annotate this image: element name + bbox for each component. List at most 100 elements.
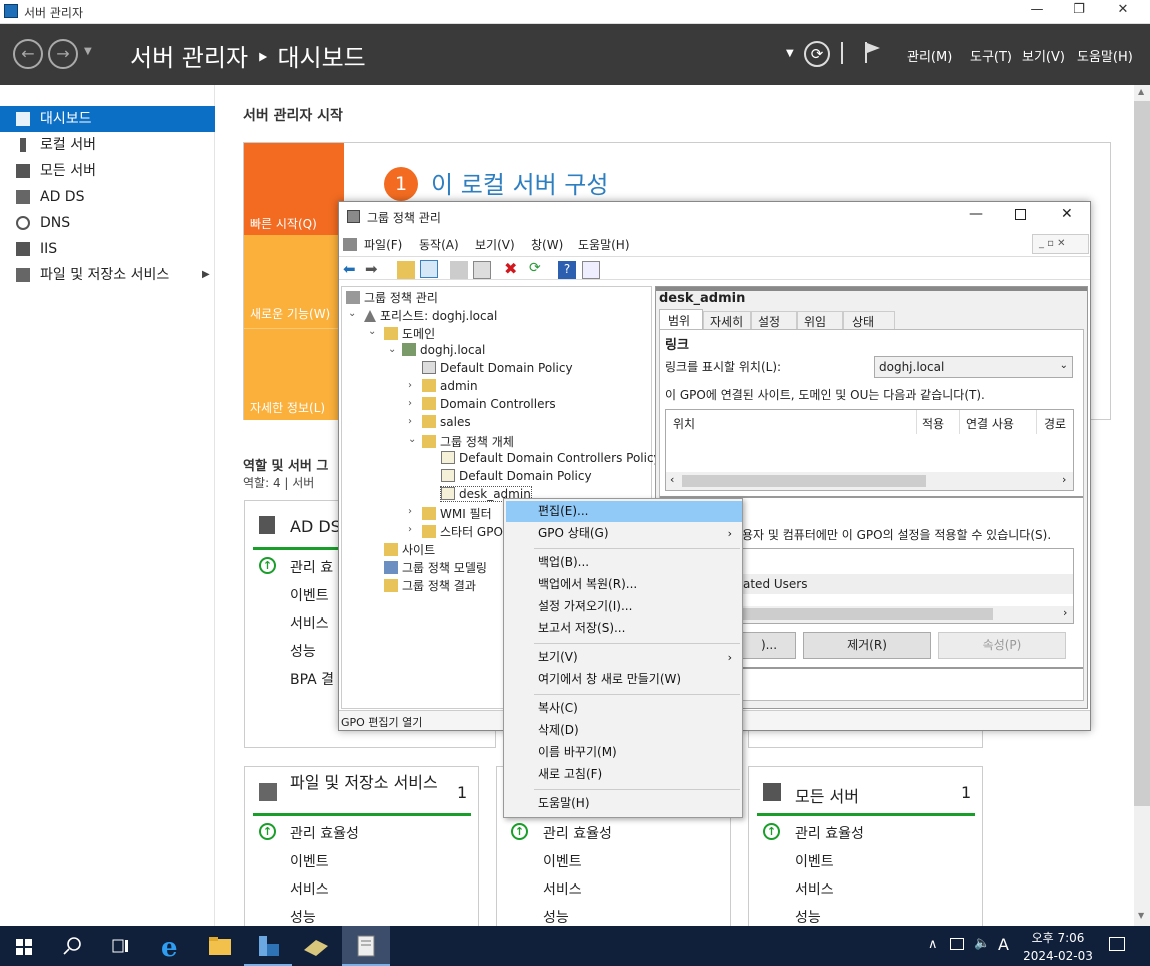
sidebar-item-file-storage[interactable]: 파일 및 저장소 서비스 ▶ <box>0 262 215 288</box>
tree-item-admin[interactable]: admin <box>422 379 478 393</box>
menu-item-help[interactable]: 도움말(H) <box>506 793 742 814</box>
sidebar-item-iis[interactable]: IIS <box>0 236 215 262</box>
menu-item-backup[interactable]: 백업(B)... <box>506 552 742 573</box>
tree-item-sites[interactable]: 사이트 <box>384 541 435 558</box>
chevron-right-icon[interactable]: › <box>408 380 412 391</box>
sidebar-item-local-server[interactable]: 로컬 서버 <box>0 132 215 158</box>
filter-row[interactable]: ated Users <box>743 574 1073 594</box>
chevron-right-icon[interactable]: › <box>408 398 412 409</box>
close-button[interactable]: ✕ <box>1108 2 1138 22</box>
h-scrollbar[interactable]: ‹ › <box>666 472 1073 490</box>
menu-item-delete[interactable]: 삭제(D) <box>506 720 742 741</box>
header-dropdown-icon[interactable]: ▼ <box>786 48 794 59</box>
gpmc-menu-view[interactable]: 보기(V) <box>475 236 515 253</box>
volume-icon[interactable]: 🔈 <box>974 936 990 951</box>
tile-row[interactable]: 서비스 <box>290 879 329 899</box>
scroll-down-icon[interactable]: ▼ <box>1138 911 1144 920</box>
menu-item-import-settings[interactable]: 설정 가져오기(I)... <box>506 596 742 617</box>
tree-item-dd-policy[interactable]: Default Domain Policy <box>441 469 592 483</box>
menu-view[interactable]: 보기(V) <box>1022 46 1065 65</box>
aduc-icon[interactable] <box>292 926 340 966</box>
scroll-right-icon[interactable]: › <box>1063 606 1067 619</box>
add-button[interactable]: )... <box>742 632 796 659</box>
tile-row[interactable]: 관리 효율성 <box>290 823 359 843</box>
minimize-button[interactable]: — <box>1022 2 1052 22</box>
nav-dropdown-icon[interactable]: ▼ <box>84 46 92 57</box>
col-enforced[interactable]: 적용 <box>922 415 944 432</box>
tree-item-wmi-filters[interactable]: WMI 필터 <box>422 505 492 522</box>
gpmc-close-button[interactable]: ✕ <box>1061 206 1073 222</box>
menu-item-refresh[interactable]: 새로 고침(F) <box>506 764 742 785</box>
properties-icon[interactable] <box>582 261 600 279</box>
scroll-up-icon[interactable]: ▲ <box>1138 87 1144 96</box>
flag-icon[interactable] <box>864 40 882 68</box>
notification-icon[interactable] <box>1109 937 1125 951</box>
scrollbar-thumb[interactable] <box>743 608 993 620</box>
search-icon[interactable] <box>48 926 96 966</box>
sidebar-item-dashboard[interactable]: 대시보드 <box>0 106 215 132</box>
up-folder-icon[interactable] <box>397 261 415 279</box>
quick-start-tab[interactable]: 빠른 시작(Q) <box>244 143 344 235</box>
tile-row[interactable]: 관리 효율성 <box>543 823 612 843</box>
properties-button[interactable]: 속성(P) <box>938 632 1066 659</box>
gpmc-menu-window[interactable]: 창(W) <box>531 236 563 253</box>
chevron-down-icon[interactable]: ⌄ <box>388 344 396 355</box>
tab-delegation[interactable]: 위임 <box>797 311 843 330</box>
show-hide-tree-icon[interactable] <box>420 260 438 278</box>
clock[interactable]: 오후 7:06 2024-02-03 <box>1020 929 1096 963</box>
file-explorer-icon[interactable] <box>196 926 244 966</box>
tile-row[interactable]: BPA 결 <box>290 669 334 689</box>
tile-row[interactable]: 서비스 <box>795 879 834 899</box>
tile-row[interactable]: 성능 <box>290 907 316 927</box>
tree-item-starter-gpo[interactable]: 스타터 GPO <box>422 523 503 540</box>
tile-row[interactable]: 이벤트 <box>290 851 329 871</box>
tile-row[interactable]: 서비스 <box>290 613 329 633</box>
tile-row[interactable]: 관리 효율성 <box>795 823 864 843</box>
tile-all-servers[interactable]: 모든 서버 1 ↑ 관리 효율성 이벤트 서비스 성능 <box>748 766 983 926</box>
menu-item-rename[interactable]: 이름 바꾸기(M) <box>506 742 742 763</box>
menu-item-gpo-status[interactable]: GPO 상태(G) › <box>506 523 742 544</box>
forward-arrow-icon[interactable]: ➡ <box>365 260 383 278</box>
task-view-icon[interactable] <box>96 926 144 966</box>
menu-help[interactable]: 도움말(H) <box>1077 46 1133 65</box>
refresh-button[interactable]: ⟳ <box>804 41 830 67</box>
tree-item-sales[interactable]: sales <box>422 415 471 429</box>
menu-item-restore[interactable]: 백업에서 복원(R)... <box>506 574 742 595</box>
gpmc-minimize-button[interactable]: — <box>969 206 983 222</box>
scroll-right-icon[interactable]: › <box>1062 473 1066 486</box>
delete-icon[interactable]: ✖ <box>504 259 522 278</box>
gpmc-menu-file[interactable]: 파일(F) <box>364 236 402 253</box>
col-path[interactable]: 경로 <box>1044 415 1066 432</box>
gpmc-menu-help[interactable]: 도움말(H) <box>578 236 630 253</box>
tile-row[interactable]: 서비스 <box>543 879 582 899</box>
tile-row[interactable]: 성능 <box>290 641 316 661</box>
forward-button[interactable]: → <box>48 39 78 69</box>
menu-manage[interactable]: 관리(M) <box>907 46 952 65</box>
menu-item-edit[interactable]: 편집(E)... <box>506 501 742 522</box>
scrollbar-thumb[interactable] <box>1134 101 1150 806</box>
sidebar-item-dns[interactable]: DNS <box>0 210 215 236</box>
tile-row[interactable]: 이벤트 <box>290 585 329 605</box>
scroll-left-icon[interactable]: ‹ <box>670 473 674 486</box>
tile-row[interactable]: 성능 <box>543 907 569 927</box>
tree-item-forest[interactable]: 포리스트: doghj.local <box>364 307 497 324</box>
chevron-right-icon[interactable]: › <box>408 524 412 535</box>
tree-item-domain-controllers[interactable]: Domain Controllers <box>422 397 556 411</box>
tree-item-root[interactable]: 그룹 정책 관리 <box>346 289 438 306</box>
tree-item-gpo-container[interactable]: 그룹 정책 개체 <box>422 433 514 450</box>
maximize-button[interactable]: ❐ <box>1064 2 1094 22</box>
h-scrollbar[interactable]: › <box>743 606 1073 623</box>
chevron-down-icon[interactable]: ⌄ <box>368 326 376 337</box>
menu-item-save-report[interactable]: 보고서 저장(S)... <box>506 618 742 639</box>
chevron-right-icon[interactable]: › <box>408 416 412 427</box>
gpmc-menu-action[interactable]: 동작(A) <box>419 236 459 253</box>
tab-settings[interactable]: 설정 <box>751 311 797 330</box>
mdi-controls[interactable]: _ ▫ ✕ <box>1032 234 1089 254</box>
main-scrollbar[interactable]: ▲ ▼ <box>1134 85 1150 926</box>
tile-row[interactable]: 관리 효 <box>290 557 333 577</box>
learn-more-tab[interactable]: 자세한 정보(L) <box>244 328 344 420</box>
chevron-down-icon[interactable]: ⌄ <box>408 434 416 445</box>
tab-details[interactable]: 자세히 <box>703 311 751 330</box>
menu-item-view[interactable]: 보기(V) › <box>506 647 742 668</box>
tree-item-ddc-policy[interactable]: Default Domain Controllers Policy <box>441 451 661 465</box>
